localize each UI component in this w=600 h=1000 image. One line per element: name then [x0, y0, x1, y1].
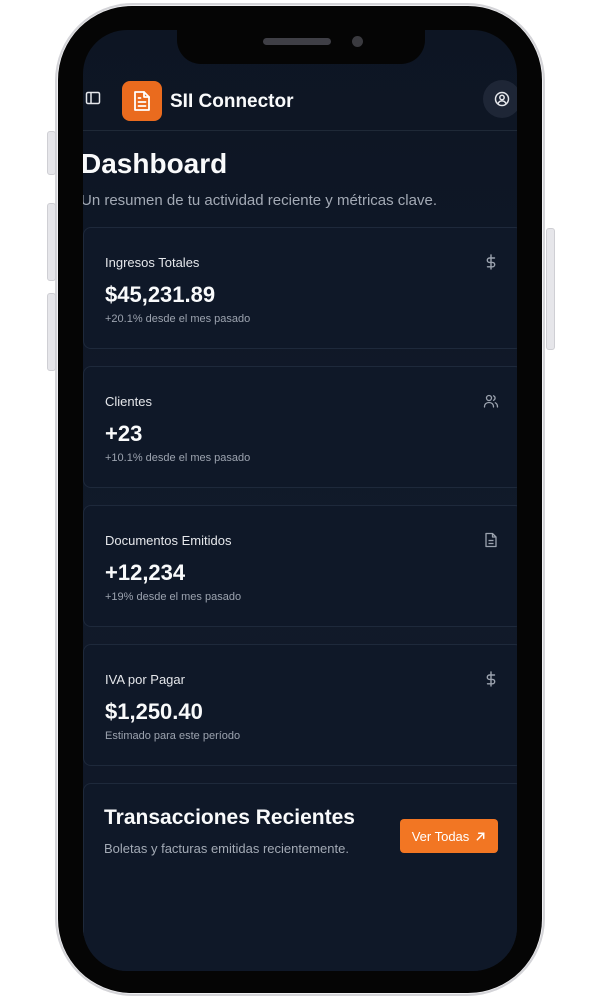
app-screen: SII Connector Dashboard Un resumen de tu… — [83, 30, 517, 971]
arrow-up-right-icon — [476, 832, 485, 840]
dollar-icon — [483, 671, 499, 687]
user-circle-icon — [494, 91, 510, 107]
page-subtitle: Un resumen de tu actividad reciente y mé… — [83, 192, 437, 209]
view-all-button[interactable]: Ver Todas — [400, 819, 498, 853]
metric-card-clientes: Clientes +23 +10.1% desde el mes pasado — [83, 366, 517, 488]
metric-label: Documentos Emitidos — [105, 533, 232, 548]
phone-side-button-mute — [47, 131, 56, 175]
metric-value: +12,234 — [105, 560, 186, 585]
view-all-label: Ver Todas — [411, 828, 470, 844]
user-menu-button[interactable] — [483, 80, 517, 118]
document-icon — [483, 532, 499, 548]
page-title: Dashboard — [83, 148, 228, 179]
users-icon — [483, 393, 499, 409]
app-header: SII Connector — [83, 76, 517, 131]
metric-value: $45,231.89 — [105, 282, 216, 307]
phone-side-button-volume-down — [47, 293, 56, 371]
app-logo[interactable] — [122, 81, 162, 121]
phone-side-button-volume-up — [47, 203, 56, 281]
metric-change: +10.1% desde el mes pasado — [105, 452, 251, 464]
dollar-icon — [483, 254, 499, 270]
sidebar-icon — [85, 91, 101, 105]
front-camera — [352, 36, 363, 47]
section-subtitle: Boletas y facturas emitidas recientement… — [104, 841, 349, 856]
metric-change: +20.1% desde el mes pasado — [105, 313, 251, 325]
metric-label: Ingresos Totales — [105, 255, 200, 270]
metric-card-documentos: Documentos Emitidos +12,234 +19% desde e… — [83, 505, 517, 627]
metric-label: IVA por Pagar — [105, 672, 185, 687]
metric-change: Estimado para este período — [105, 730, 241, 742]
metric-label: Clientes — [105, 394, 152, 409]
sidebar-toggle-button[interactable] — [85, 90, 103, 108]
phone-side-button-power — [546, 228, 555, 350]
metric-card-iva: IVA por Pagar $1,250.40 Estimado para es… — [83, 644, 517, 766]
metric-change: +19% desde el mes pasado — [105, 591, 242, 603]
app-title: SII Connector — [170, 91, 294, 112]
section-title: Transacciones Recientes — [104, 806, 355, 829]
metric-value: +23 — [105, 421, 143, 446]
speaker — [263, 38, 331, 45]
metric-card-ingresos: Ingresos Totales $45,231.89 +20.1% desde… — [83, 227, 517, 349]
metric-value: $1,250.40 — [105, 699, 203, 724]
phone-notch — [177, 22, 425, 64]
document-icon — [134, 91, 150, 111]
